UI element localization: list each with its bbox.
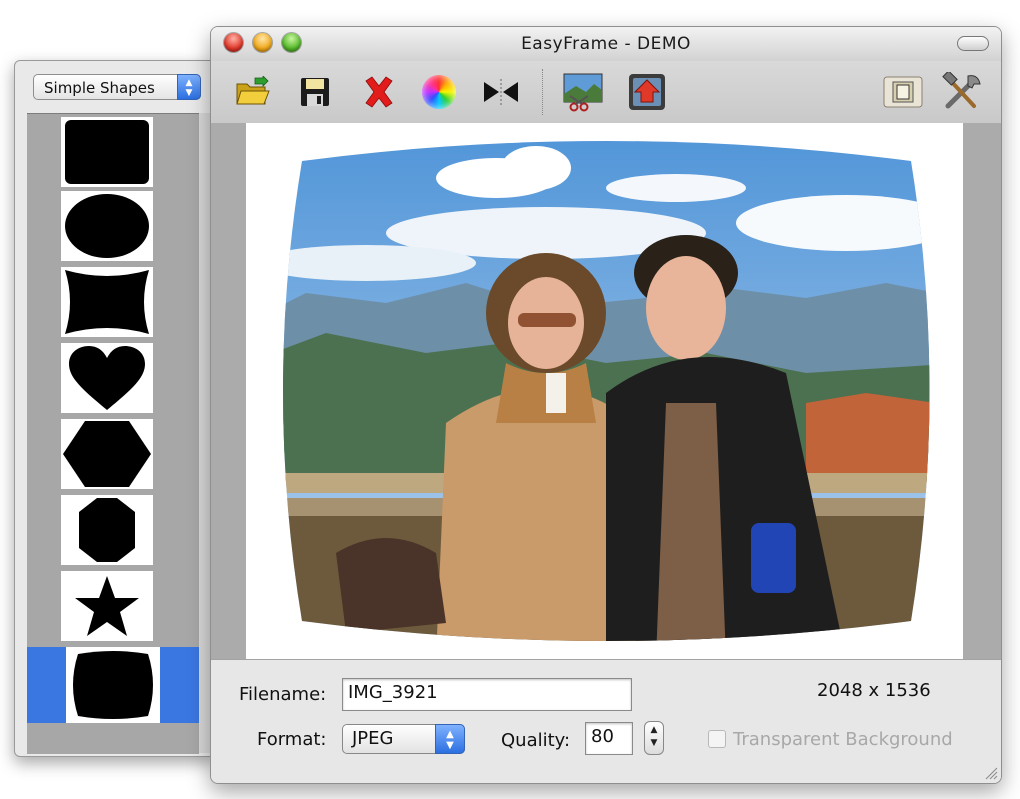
shape-category-label: Simple Shapes [44, 79, 155, 97]
toolbar-separator [542, 69, 543, 115]
chevron-updown-icon: ▲ ▼ [177, 74, 201, 100]
filename-label: Filename: [239, 684, 327, 705]
save-button[interactable] [293, 70, 337, 114]
shape-bulged-rectangle[interactable] [27, 647, 199, 723]
quality-stepper[interactable]: ▲ ▼ [644, 721, 664, 755]
resize-grip-icon[interactable] [984, 766, 998, 780]
color-wheel-icon [422, 75, 456, 109]
shape-hexagon[interactable] [61, 419, 153, 489]
easyframe-window: EasyFrame - DEMO Filename: IMG_3921 2048… [210, 26, 1002, 784]
format-popup[interactable]: JPEG ▲ ▼ [342, 724, 465, 754]
hexagon-icon [63, 421, 151, 487]
transparent-background-checkbox[interactable] [708, 730, 726, 748]
open-folder-icon [236, 76, 270, 105]
shape-category-popup[interactable]: Simple Shapes ▲ ▼ [33, 74, 201, 100]
format-label: Format: [257, 729, 327, 750]
format-value: JPEG [352, 728, 394, 749]
bulged-rectangle-icon [73, 651, 153, 719]
preview-canvas[interactable] [211, 123, 1001, 659]
tools-icon [942, 72, 981, 109]
preferences-button[interactable] [941, 70, 985, 114]
delete-x-icon [365, 76, 393, 108]
export-button[interactable] [625, 70, 669, 114]
shape-pinched-rectangle[interactable] [61, 267, 153, 337]
ellipse-icon [65, 194, 149, 258]
shape-rounded-rectangle[interactable] [61, 117, 153, 187]
octagon-icon [79, 498, 135, 562]
quality-label: Quality: [501, 730, 571, 751]
framed-photo-image[interactable] [246, 123, 963, 659]
shape-star[interactable] [61, 571, 153, 641]
frame-settings-button[interactable] [881, 70, 925, 114]
window-title: EasyFrame - DEMO [521, 34, 691, 54]
flip-icon [484, 79, 518, 105]
save-disk-icon [301, 78, 329, 106]
shapes-palette-window: Simple Shapes ▲ ▼ [14, 60, 216, 757]
export-icon [629, 74, 665, 110]
preview-paper [246, 123, 963, 659]
title-bar[interactable]: EasyFrame - DEMO [211, 27, 1001, 61]
chevron-updown-icon: ▲ ▼ [435, 724, 465, 754]
flip-button[interactable] [479, 70, 523, 114]
heart-icon [69, 346, 145, 410]
export-options-panel: Filename: IMG_3921 2048 x 1536 Format: J… [211, 659, 1001, 783]
shape-ellipse[interactable] [61, 191, 153, 261]
toolbar-toggle-button[interactable] [957, 36, 989, 51]
shape-heart[interactable] [61, 343, 153, 413]
pinched-rectangle-icon [65, 270, 149, 334]
open-button[interactable] [231, 70, 275, 114]
frame-icon [883, 76, 923, 108]
crop-photo-icon [563, 73, 603, 112]
quality-field[interactable]: 80 [585, 722, 633, 755]
transparent-background-label: Transparent Background [733, 729, 953, 750]
delete-button[interactable] [357, 70, 401, 114]
color-button[interactable] [417, 70, 461, 114]
toolbar [211, 61, 1001, 124]
crop-button[interactable] [561, 70, 605, 114]
filename-field[interactable]: IMG_3921 [342, 678, 632, 711]
image-dimensions: 2048 x 1536 [817, 680, 931, 701]
rounded-rectangle-icon [65, 120, 149, 184]
star-icon [75, 576, 139, 636]
shape-octagon[interactable] [61, 495, 153, 565]
